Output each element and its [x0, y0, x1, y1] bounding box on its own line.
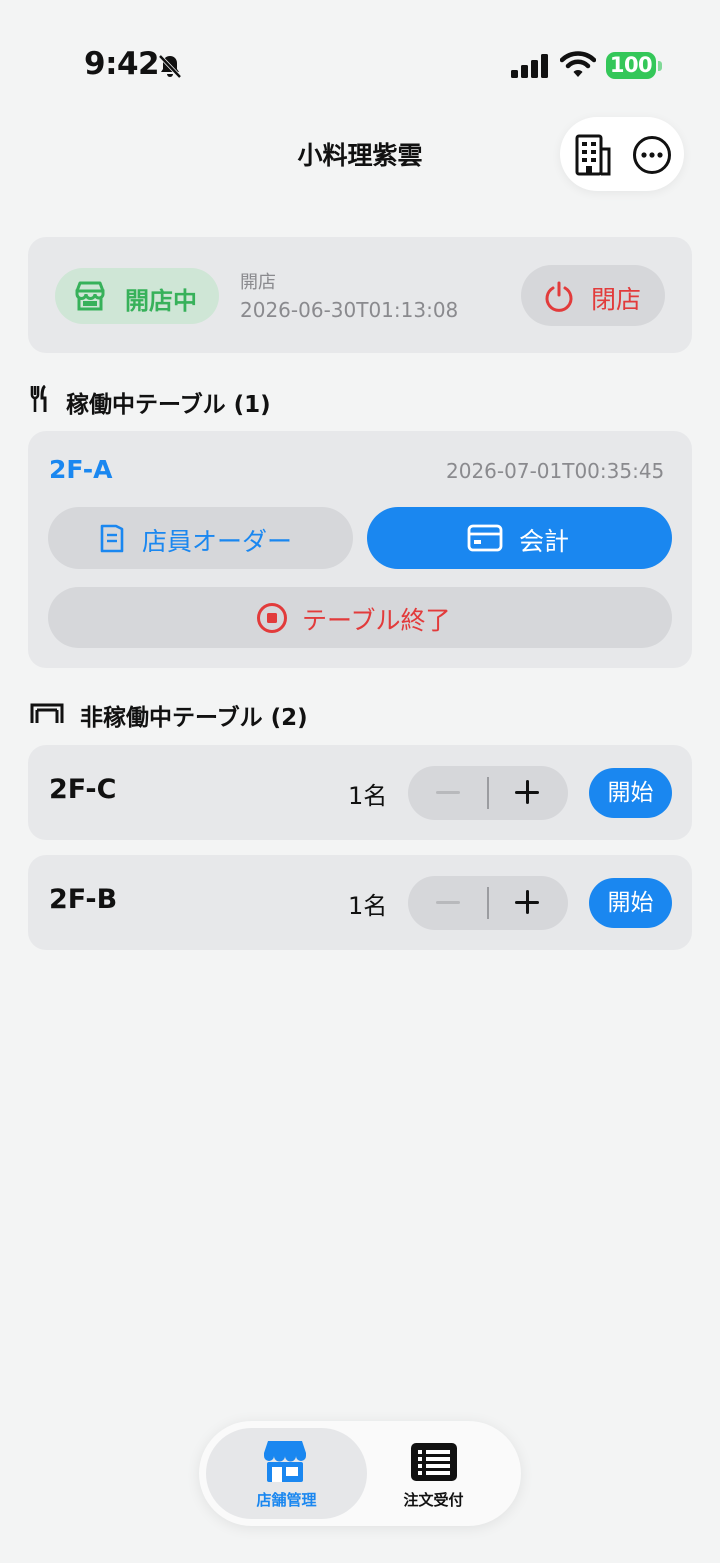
checkout-button[interactable]: 会計	[367, 507, 672, 569]
stepper-divider	[487, 887, 489, 919]
start-table-button[interactable]: 開始	[589, 768, 672, 818]
order-slip-icon	[100, 524, 124, 553]
decrement-button[interactable]	[436, 901, 460, 904]
end-table-label: テーブル終了	[302, 606, 451, 635]
tab-store-label: 店舗管理	[256, 1491, 317, 1509]
idle-table-name: 2F-C	[49, 774, 117, 805]
start-table-button[interactable]: 開始	[589, 878, 672, 928]
idle-table-name: 2F-B	[49, 884, 118, 915]
close-store-label: 閉店	[591, 285, 642, 314]
order-list-icon[interactable]	[410, 1442, 458, 1482]
decrement-button[interactable]	[436, 791, 460, 794]
status-caption: 開店	[240, 272, 276, 293]
active-table-name: 2F-A	[49, 455, 113, 484]
idle-tables-title: 非稼働中テーブル (2)	[80, 705, 308, 731]
status-time: 9:42	[84, 46, 160, 82]
wifi-icon	[560, 51, 596, 77]
bell-muted-icon	[158, 54, 182, 79]
cellular-signal-icon	[511, 54, 548, 78]
active-tables-title: 稼働中テーブル (1)	[66, 392, 271, 418]
battery-indicator: 100	[606, 52, 656, 79]
open-badge-label: 開店中	[125, 287, 197, 315]
guest-count: 1名	[348, 892, 388, 920]
fork-knife-icon	[30, 385, 47, 412]
storefront-icon	[264, 1441, 306, 1482]
stop-circle-icon	[257, 603, 287, 633]
close-store-button[interactable]: 閉店	[521, 265, 665, 326]
battery-nub	[658, 61, 662, 71]
more-options-icon[interactable]	[632, 135, 672, 175]
staff-order-button[interactable]: 店員オーダー	[48, 507, 353, 569]
stepper-divider	[487, 777, 489, 809]
increment-button-stroke[interactable]	[526, 890, 529, 914]
increment-button-stroke[interactable]	[526, 780, 529, 804]
building-icon[interactable]	[572, 133, 614, 177]
storefront-icon	[75, 281, 105, 311]
table-icon	[30, 703, 64, 723]
guest-stepper	[408, 766, 568, 820]
opened-timestamp: 2026-06-30T01:13:08	[240, 298, 459, 322]
store-open-badge: 開店中	[55, 268, 219, 324]
tab-orders-label[interactable]: 注文受付	[353, 1489, 514, 1510]
end-table-button[interactable]: テーブル終了	[48, 587, 672, 648]
checkout-label: 会計	[519, 527, 570, 556]
guest-count: 1名	[348, 782, 388, 810]
staff-order-label: 店員オーダー	[142, 527, 293, 556]
guest-stepper	[408, 876, 568, 930]
active-table-time: 2026-07-01T00:35:45	[446, 459, 665, 483]
power-icon	[545, 281, 573, 312]
credit-card-icon	[467, 524, 503, 552]
